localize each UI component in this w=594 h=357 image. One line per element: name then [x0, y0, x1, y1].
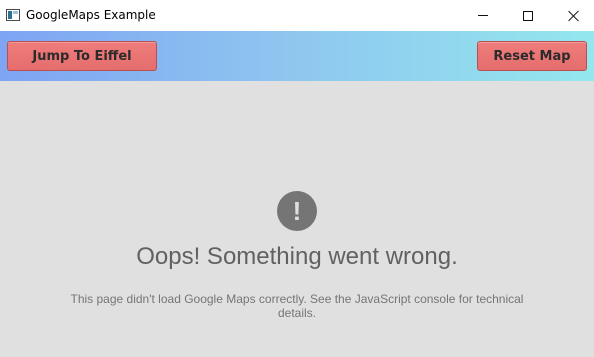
error-title: Oops! Something went wrong.: [136, 243, 458, 270]
app-window: GoogleMaps Example Jump To Eiffel Reset …: [0, 0, 594, 357]
app-window-icon: [6, 9, 20, 21]
maximize-icon: [523, 10, 533, 21]
exclamation-icon: !: [277, 191, 317, 231]
error-message: This page didn't load Google Maps correc…: [70, 292, 524, 320]
maximize-button[interactable]: [505, 0, 551, 31]
minimize-icon: [478, 15, 488, 16]
map-view[interactable]: ! Oops! Something went wrong. This page …: [0, 81, 594, 357]
close-icon: [568, 10, 580, 22]
toolbar: Jump To Eiffel Reset Map: [0, 31, 594, 81]
minimize-button[interactable]: [460, 0, 506, 31]
close-button[interactable]: [551, 0, 594, 31]
title-bar[interactable]: GoogleMaps Example: [0, 0, 594, 31]
jump-to-eiffel-button[interactable]: Jump To Eiffel: [7, 41, 157, 71]
window-title: GoogleMaps Example: [26, 8, 156, 22]
reset-map-button[interactable]: Reset Map: [477, 41, 587, 71]
